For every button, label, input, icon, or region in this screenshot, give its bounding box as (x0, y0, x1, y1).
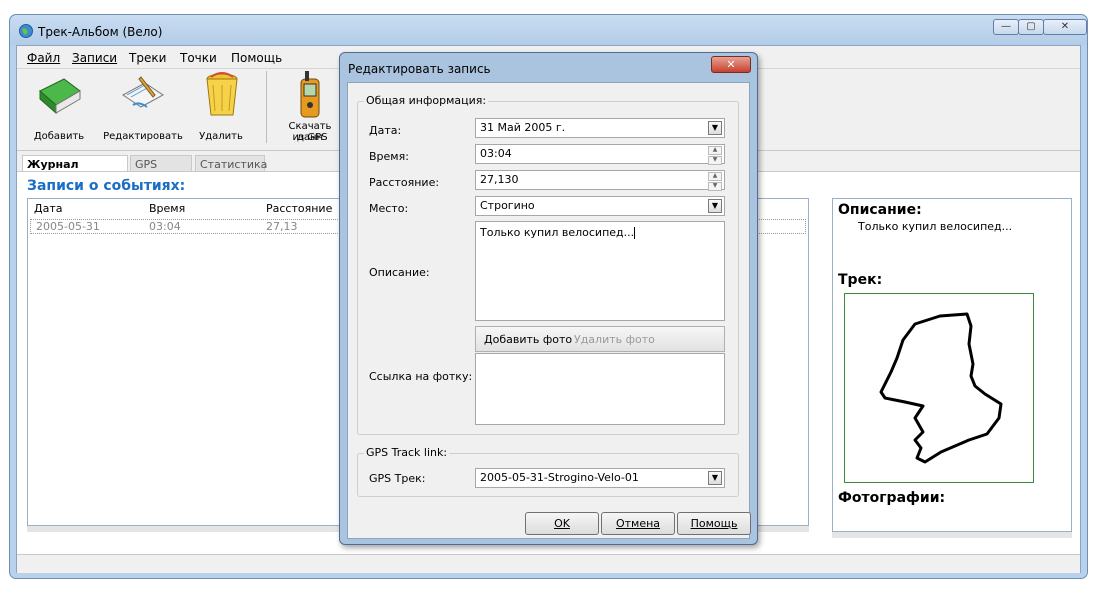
track-heading: Трек: (838, 272, 883, 288)
green-book-icon (39, 78, 81, 115)
photo-link-label: Ссылка на фотку: (369, 370, 473, 383)
time-field[interactable]: 03:04 ▲ ▼ (475, 144, 725, 165)
row-time: 03:04 (149, 220, 181, 233)
status-bar (17, 554, 1080, 573)
dialog-title-bar[interactable]: Редактировать запись ✕ (340, 53, 757, 81)
chevron-down-icon[interactable]: ▼ (708, 121, 722, 135)
row-distance: 27,13 (266, 220, 298, 233)
general-info-title: Общая информация: (364, 94, 489, 107)
general-info-group: Общая информация: Дата: 31 Май 2005 г. ▼… (357, 94, 739, 435)
menu-points[interactable]: Точки (180, 51, 217, 65)
toolbar-separator (266, 71, 267, 143)
delete-label: Удалить (199, 131, 243, 142)
close-icon: ✕ (1060, 21, 1070, 32)
description-heading: Описание: (838, 202, 922, 218)
maximize-icon: ▢ (1026, 21, 1036, 32)
date-value: 31 Май 2005 г. (480, 121, 566, 134)
menu-records[interactable]: Записи (72, 51, 117, 65)
add-button[interactable]: Добавить (27, 69, 91, 149)
minimize-icon: — (1001, 21, 1011, 32)
description-label: Описание: (369, 266, 430, 279)
place-label: Место: (369, 202, 409, 215)
description-textarea[interactable]: Только купил велосипед... (475, 221, 725, 321)
add-label: Добавить (33, 131, 85, 142)
details-panel: Описание: Только купил велосипед... Трек… (832, 198, 1072, 532)
stepper-down-icon[interactable]: ▼ (708, 182, 722, 191)
window-title: Трек-Альбом (Вело) (38, 25, 163, 39)
ok-button[interactable]: OK (525, 512, 599, 535)
track-preview (844, 293, 1034, 483)
trash-bin-icon (206, 72, 238, 116)
globe-icon (19, 24, 33, 38)
time-value: 03:04 (480, 147, 512, 160)
gps-track-select[interactable]: 2005-05-31-Strogino-Velo-01 ▼ (475, 468, 725, 488)
edit-notebook-icon (122, 76, 164, 108)
place-value: Строгино (480, 199, 535, 212)
menu-file[interactable]: Файл (27, 51, 60, 65)
distance-stepper[interactable]: ▲ ▼ (708, 172, 722, 191)
delete-button[interactable]: Удалить (193, 69, 249, 149)
gps-track-value: 2005-05-31-Strogino-Velo-01 (480, 471, 639, 484)
distance-value: 27,130 (480, 173, 519, 186)
dialog-title: Редактировать запись (348, 62, 491, 76)
chevron-down-icon[interactable]: ▼ (708, 471, 722, 485)
distance-field[interactable]: 27,130 ▲ ▼ (475, 170, 725, 191)
date-picker[interactable]: 31 Май 2005 г. ▼ (475, 118, 725, 138)
stepper-up-icon[interactable]: ▲ (708, 172, 722, 181)
column-date[interactable]: Дата (34, 202, 62, 215)
add-photo-button[interactable]: Добавить фото (484, 333, 572, 346)
time-label: Время: (369, 150, 409, 163)
close-icon: ✕ (726, 58, 736, 71)
column-distance[interactable]: Расстояние (266, 202, 332, 215)
distance-label: Расстояние: (369, 176, 440, 189)
help-button[interactable]: Помощь (677, 512, 751, 535)
column-time[interactable]: Время (149, 202, 185, 215)
description-text: Только купил велосипед... (858, 220, 1013, 233)
edit-label: Редактировать (103, 131, 183, 142)
text-cursor (634, 227, 636, 239)
time-stepper[interactable]: ▲ ▼ (708, 146, 722, 165)
stepper-up-icon[interactable]: ▲ (708, 146, 722, 155)
dialog-close-button[interactable]: ✕ (711, 56, 751, 73)
menu-help[interactable]: Помощь (231, 51, 282, 65)
delete-photo-button[interactable]: Удалить фото (574, 333, 655, 346)
minimize-button[interactable]: — (993, 19, 1019, 35)
menu-tracks[interactable]: Треки (129, 51, 166, 65)
maximize-button[interactable]: ▢ (1018, 19, 1044, 35)
date-label: Дата: (369, 124, 402, 137)
gps-device-icon (300, 71, 320, 118)
title-bar[interactable]: Трек-Альбом (Вело) — ▢ ✕ (10, 15, 1087, 45)
track-path-graphic (879, 312, 1003, 464)
photo-toolbar: Добавить фото Удалить фото (475, 326, 725, 352)
stepper-down-icon[interactable]: ▼ (708, 156, 722, 165)
gps-track-group: GPS Track link: GPS Трек: 2005-05-31-Str… (357, 446, 739, 497)
place-select[interactable]: Строгино ▼ (475, 196, 725, 216)
close-button[interactable]: ✕ (1043, 19, 1087, 35)
chevron-down-icon[interactable]: ▼ (708, 199, 722, 213)
gps-track-label: GPS Трек: (369, 472, 426, 485)
dialog-body: Общая информация: Дата: 31 Май 2005 г. ▼… (347, 82, 751, 539)
details-scrollbar[interactable] (832, 532, 1072, 538)
records-heading: Записи о событиях: (27, 178, 186, 194)
cancel-button[interactable]: Отмена (601, 512, 675, 535)
photos-heading: Фотографии: (838, 490, 946, 506)
description-textarea-value: Только купил велосипед... (480, 226, 635, 239)
edit-record-dialog: Редактировать запись ✕ Общая информация:… (339, 52, 758, 545)
download-label-2: из GPS (292, 132, 328, 143)
photo-link-area[interactable] (475, 353, 725, 425)
edit-button[interactable]: Редактировать (103, 69, 183, 149)
download-gps-button[interactable]: Скачать данн из GPS (275, 69, 345, 149)
gps-track-title: GPS Track link: (364, 446, 450, 459)
row-date: 2005-05-31 (36, 220, 100, 233)
